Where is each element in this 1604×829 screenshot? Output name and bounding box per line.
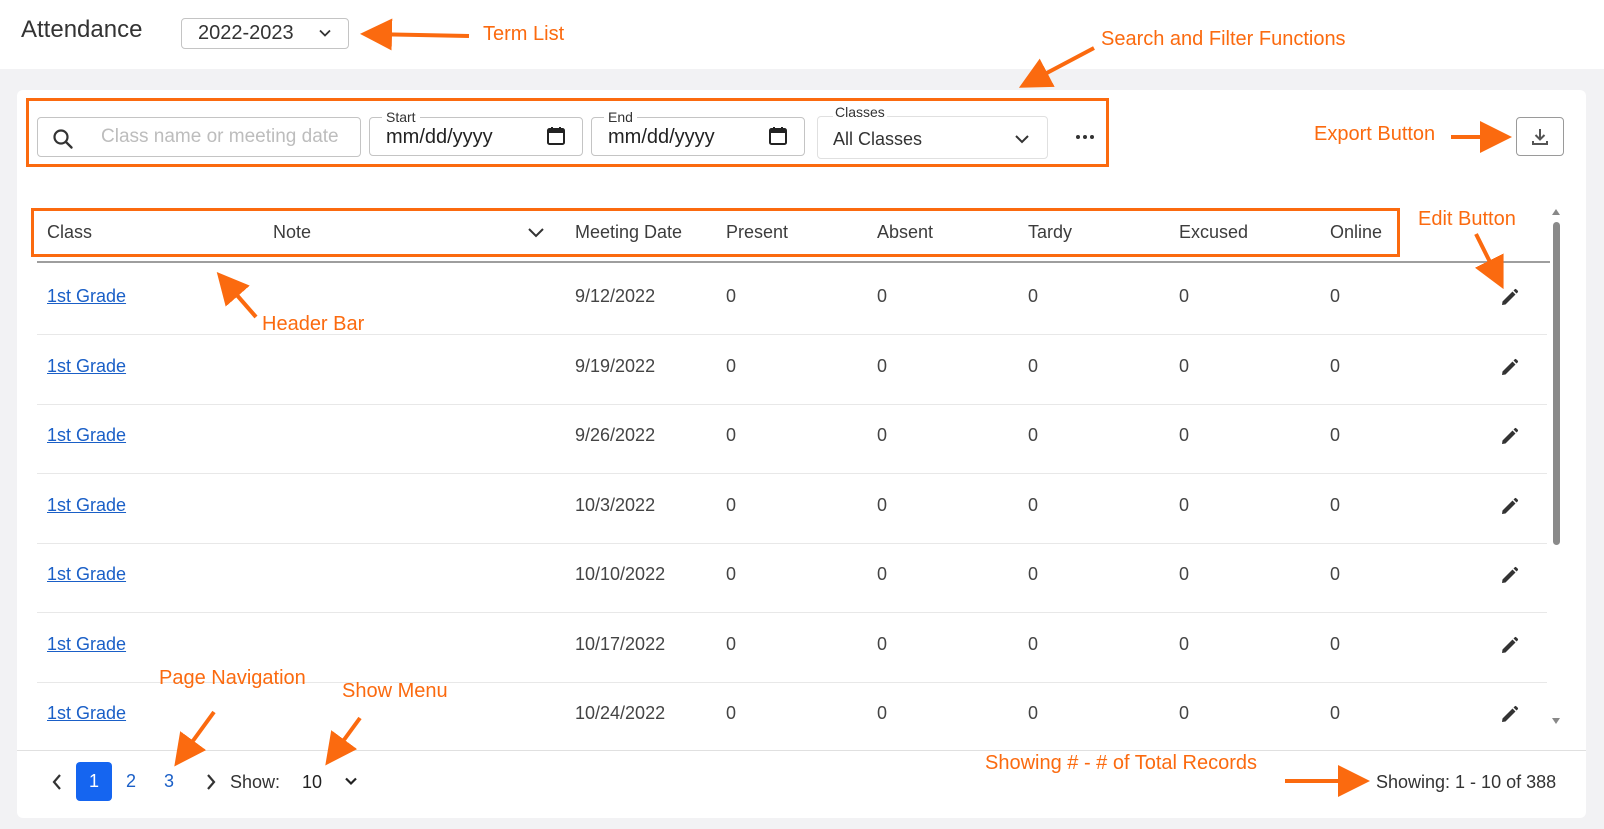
class-link[interactable]: 1st Grade bbox=[47, 564, 126, 585]
class-link[interactable]: 1st Grade bbox=[47, 425, 126, 446]
page-button-2[interactable]: 2 bbox=[126, 771, 136, 792]
tardy-cell: 0 bbox=[1028, 425, 1039, 445]
page-button-3[interactable]: 3 bbox=[164, 771, 174, 792]
present-cell: 0 bbox=[726, 633, 737, 654]
annotation-header-bar: Header Bar bbox=[262, 313, 365, 335]
header-bar-highlight bbox=[31, 208, 1400, 257]
absent-cell: 0 bbox=[877, 355, 888, 376]
table-row: 1st Grade 10/3/2022 0 0 0 0 0 bbox=[37, 473, 1547, 544]
excused-cell: 0 bbox=[1179, 633, 1190, 654]
online-cell: 0 bbox=[1330, 633, 1341, 654]
top-bar: Attendance 2022-2023 bbox=[0, 0, 1604, 69]
show-select-value[interactable]: 10 bbox=[302, 772, 322, 793]
pencil-icon[interactable] bbox=[1499, 566, 1519, 586]
present-cell: 0 bbox=[726, 286, 737, 306]
online-cell: 0 bbox=[1330, 564, 1341, 584]
pencil-icon[interactable] bbox=[1499, 358, 1519, 378]
pencil-icon[interactable] bbox=[1499, 705, 1519, 725]
annotation-showing-records: Showing # - # of Total Records bbox=[985, 752, 1258, 774]
annotation-export-button: Export Button bbox=[1314, 123, 1436, 145]
chevron-left-icon[interactable] bbox=[50, 772, 64, 792]
online-cell: 0 bbox=[1330, 286, 1341, 306]
online-cell: 0 bbox=[1330, 703, 1341, 723]
pencil-icon[interactable] bbox=[1499, 636, 1519, 656]
online-cell: 0 bbox=[1330, 425, 1341, 445]
present-cell: 0 bbox=[726, 564, 737, 584]
excused-cell: 0 bbox=[1179, 425, 1190, 445]
absent-cell: 0 bbox=[877, 633, 888, 654]
page-button-1[interactable]: 1 bbox=[76, 762, 112, 801]
meeting-date-cell: 9/12/2022 bbox=[575, 286, 656, 306]
class-link[interactable]: 1st Grade bbox=[47, 634, 126, 655]
tardy-cell: 0 bbox=[1028, 494, 1039, 515]
table-row: 1st Grade 10/10/2022 0 0 0 0 0 bbox=[37, 542, 1547, 613]
chevron-down-icon bbox=[319, 29, 331, 37]
export-button[interactable] bbox=[1516, 117, 1564, 156]
pencil-icon[interactable] bbox=[1499, 497, 1519, 517]
meeting-date-cell: 10/24/2022 bbox=[575, 703, 666, 723]
excused-cell: 0 bbox=[1179, 286, 1190, 306]
annotation-show-menu: Show Menu bbox=[342, 680, 448, 702]
present-cell: 0 bbox=[726, 355, 737, 376]
term-select-value: 2022-2023 bbox=[198, 22, 294, 44]
chevron-right-icon[interactable] bbox=[204, 772, 218, 792]
class-link[interactable]: 1st Grade bbox=[47, 495, 126, 516]
meeting-date-cell: 10/10/2022 bbox=[575, 564, 666, 584]
online-cell: 0 bbox=[1330, 494, 1341, 515]
tardy-cell: 0 bbox=[1028, 564, 1039, 584]
download-icon bbox=[1532, 128, 1548, 145]
table-row: 1st Grade 9/19/2022 0 0 0 0 0 bbox=[37, 334, 1547, 405]
meeting-date-cell: 10/3/2022 bbox=[575, 494, 656, 515]
tardy-cell: 0 bbox=[1028, 633, 1039, 654]
present-cell: 0 bbox=[726, 494, 737, 515]
annotation-edit-button: Edit Button bbox=[1418, 208, 1516, 230]
show-label: Show: bbox=[230, 772, 281, 792]
absent-cell: 0 bbox=[877, 564, 888, 584]
scrollbar-thumb[interactable] bbox=[1553, 222, 1560, 545]
online-cell: 0 bbox=[1330, 355, 1341, 376]
pencil-icon[interactable] bbox=[1499, 427, 1519, 447]
annotation-term-list: Term List bbox=[483, 23, 565, 45]
tardy-cell: 0 bbox=[1028, 355, 1039, 376]
meeting-date-cell: 9/19/2022 bbox=[575, 355, 656, 376]
present-cell: 0 bbox=[726, 703, 737, 723]
tardy-cell: 0 bbox=[1028, 703, 1039, 723]
annotation-page-navigation: Page Navigation bbox=[159, 667, 306, 689]
tardy-cell: 0 bbox=[1028, 286, 1039, 306]
excused-cell: 0 bbox=[1179, 494, 1190, 515]
absent-cell: 0 bbox=[877, 494, 888, 515]
class-link[interactable]: 1st Grade bbox=[47, 286, 126, 307]
meeting-date-cell: 10/17/2022 bbox=[575, 633, 666, 654]
term-select[interactable]: 2022-2023 bbox=[181, 18, 349, 49]
excused-cell: 0 bbox=[1179, 564, 1190, 584]
meeting-date-cell: 9/26/2022 bbox=[575, 425, 656, 445]
absent-cell: 0 bbox=[877, 286, 888, 306]
page-title: Attendance bbox=[21, 16, 143, 43]
search-filter-highlight bbox=[26, 98, 1109, 167]
table-row: 1st Grade 9/26/2022 0 0 0 0 0 bbox=[37, 403, 1547, 474]
excused-cell: 0 bbox=[1179, 355, 1190, 376]
present-cell: 0 bbox=[726, 425, 737, 445]
showing-records-text: Showing: 1 - 10 of 388 bbox=[1376, 772, 1557, 792]
class-link[interactable]: 1st Grade bbox=[47, 703, 126, 724]
absent-cell: 0 bbox=[877, 425, 888, 445]
annotation-search-filter: Search and Filter Functions bbox=[1101, 28, 1346, 50]
absent-cell: 0 bbox=[877, 703, 888, 723]
footer-divider bbox=[17, 750, 1586, 751]
excused-cell: 0 bbox=[1179, 703, 1190, 723]
pencil-icon[interactable] bbox=[1499, 288, 1519, 308]
chevron-down-icon[interactable] bbox=[344, 774, 358, 788]
class-link[interactable]: 1st Grade bbox=[47, 356, 126, 377]
